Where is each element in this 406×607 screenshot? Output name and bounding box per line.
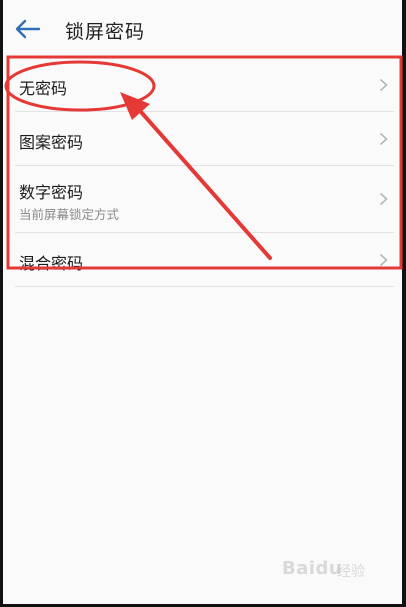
baidu-watermark: Baidu 经验: [282, 558, 382, 588]
app-bar: 锁屏密码: [3, 0, 402, 56]
back-arrow-icon: [15, 19, 41, 39]
option-no-password[interactable]: 无密码: [15, 57, 394, 112]
chevron-right-icon: [379, 78, 388, 91]
page-title: 锁屏密码: [65, 21, 146, 43]
watermark-brand: Baidu: [282, 558, 343, 579]
chevron-right-icon: [379, 132, 388, 145]
phone-screen: 锁屏密码 无密码 图案密码 数字密码 当前屏幕锁定方式 混合密码: [0, 0, 406, 607]
back-button[interactable]: [13, 14, 47, 44]
watermark-suffix: 经验: [337, 564, 365, 580]
option-mixed-password[interactable]: 混合密码: [15, 233, 394, 287]
option-label: 图案密码: [19, 133, 84, 152]
current-lock-method-note: 当前屏幕锁定方式: [19, 207, 120, 222]
option-pin-password[interactable]: 数字密码 当前屏幕锁定方式: [15, 166, 394, 233]
chevron-right-icon: [379, 192, 388, 206]
option-label: 数字密码: [19, 183, 84, 202]
chevron-right-icon: [379, 253, 388, 266]
option-label: 无密码: [19, 79, 68, 98]
option-label: 混合密码: [19, 254, 84, 273]
lock-option-list: 无密码 图案密码 数字密码 当前屏幕锁定方式 混合密码: [15, 57, 394, 287]
option-pattern-password[interactable]: 图案密码: [15, 112, 394, 166]
